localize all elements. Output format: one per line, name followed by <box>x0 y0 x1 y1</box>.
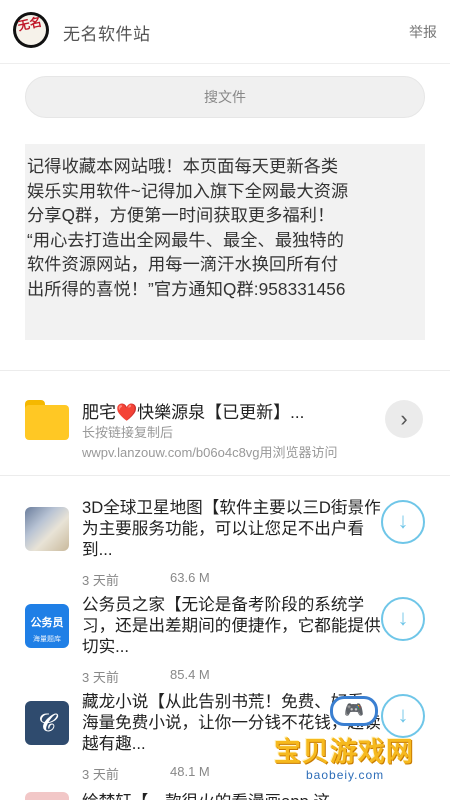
logo-text: 无名 <box>16 14 43 34</box>
file-title: 3D全球卫星地图【软件主要以三D街景作为主要服务功能，可以让您足不出户看到... <box>82 498 381 559</box>
watermark-text: 宝贝游戏网 <box>274 737 414 767</box>
watermark-url: baobeiy.com <box>306 768 385 782</box>
file-size: 85.4 M <box>170 667 210 682</box>
site-title: 无名软件站 <box>63 25 151 44</box>
file-size: 63.6 M <box>170 570 210 585</box>
folder-title: 肥宅❤️快樂源泉【已更新】... <box>82 403 305 422</box>
notice-line: 分享Q群，方便第一时间获取更多福利！ <box>27 205 335 226</box>
file-date: 3 天前 <box>82 670 119 685</box>
gamepad-icon: 🎮 <box>330 696 378 726</box>
file-list-item[interactable]: 公务员 海量题库 公务员之家【无论是备考阶段的系统学习，还是出差期间的便捷作，它… <box>0 594 450 694</box>
site-logo[interactable]: 无名 <box>13 12 49 48</box>
file-thumbnail <box>25 507 69 551</box>
section-divider <box>0 475 450 476</box>
notice-line: 记得收藏本网站哦！本页面每天更新各类 <box>27 156 339 176</box>
search-files-button[interactable]: 搜文件 <box>25 76 425 118</box>
folder-subtitle: 长按链接复制后 <box>82 425 174 440</box>
report-link[interactable]: 举报 <box>409 22 437 42</box>
section-divider <box>0 370 450 371</box>
file-size: 48.1 M <box>170 764 210 779</box>
notice-box: 记得收藏本网站哦！本页面每天更新各类 娱乐实用软件~记得加入旗下全网最大资源 分… <box>25 144 425 340</box>
download-icon[interactable]: ↓ <box>381 597 425 641</box>
app-header: 无名 无名软件站 举报 <box>0 0 450 64</box>
file-thumbnail <box>25 792 69 800</box>
file-date: 3 天前 <box>82 573 119 588</box>
heart-icon: ❤️ <box>116 403 138 422</box>
notice-line: 娱乐实用软件~记得加入旗下全网最大资源 <box>27 180 349 201</box>
folder-row[interactable]: 肥宅❤️快樂源泉【已更新】... 长按链接复制后 wwpv.lanzouw.co… <box>0 380 450 464</box>
watermark: 🎮 宝贝游戏网 baobeiy.com <box>272 690 432 790</box>
notice-line: 软件资源网站，用每一滴汗水换回所有付 <box>27 254 339 275</box>
download-icon[interactable]: ↓ <box>381 500 425 544</box>
file-title: 公务员之家【无论是备考阶段的系统学习，还是出差期间的便捷作，它都能提供切实... <box>82 595 381 656</box>
file-thumbnail: 𝓒 <box>25 701 69 745</box>
file-list-item[interactable]: 3D全球卫星地图【软件主要以三D街景作为主要服务功能，可以让您足不出户看到...… <box>0 497 450 597</box>
notice-line: 出所得的喜悦！”官方通知Q群:958331456 <box>27 278 346 299</box>
file-date: 3 天前 <box>82 767 119 782</box>
folder-url: wwpv.lanzouw.com/b06o4c8vg用浏览器访问 <box>82 445 338 460</box>
file-thumbnail: 公务员 海量题库 <box>25 604 69 648</box>
chevron-right-icon[interactable]: › <box>385 400 423 438</box>
folder-icon <box>25 400 69 440</box>
notice-line: “用心去打造出全网最牛、最全、最独特的 <box>27 229 345 250</box>
